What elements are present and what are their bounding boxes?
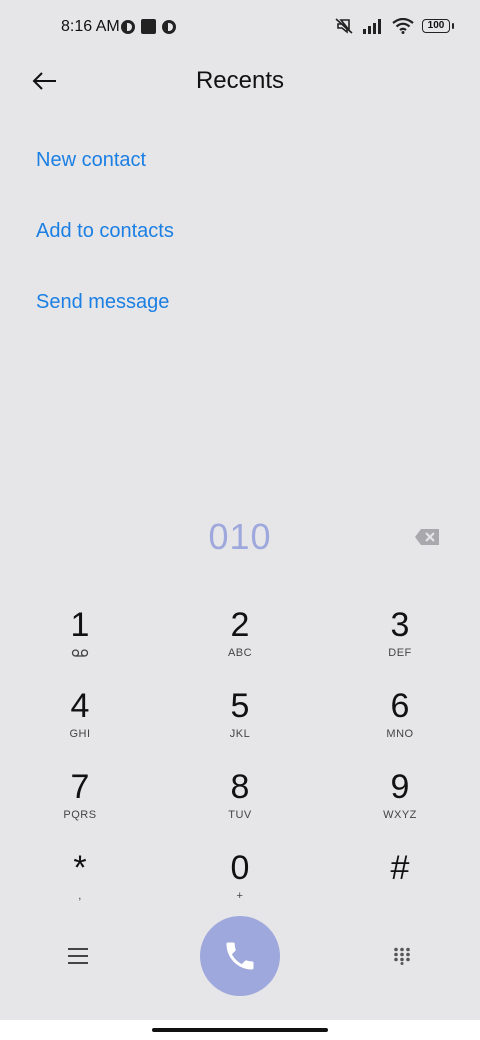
call-button[interactable] (200, 916, 280, 996)
status-time: 8:16 AM (61, 18, 120, 35)
notification-ring-icon (121, 19, 135, 34)
key-digit: * (73, 849, 87, 887)
home-indicator[interactable] (152, 1028, 328, 1032)
key-letters: , (78, 890, 82, 902)
key-digit: 9 (390, 768, 410, 806)
status-bar: 8:16 AM 100 (0, 0, 480, 56)
key-letters: PQRS (63, 809, 97, 821)
key-letters: ABC (227, 647, 253, 659)
key-letters: TUV (228, 809, 252, 821)
key-5[interactable]: 5 JKL (160, 685, 320, 766)
key-letters: DEF (388, 647, 412, 659)
page-title: Recents (195, 67, 285, 94)
contact-actions: New contact Add to contacts Send message (36, 140, 174, 353)
dialer-bottom-bar (0, 916, 480, 996)
navigation-bar (0, 1020, 480, 1040)
status-system-icons: 100 (334, 17, 454, 35)
signal-icon (363, 19, 381, 34)
key-digit: 8 (230, 768, 250, 806)
header: Recents (0, 56, 480, 106)
keypad-row: 4 GHI 5 JKL 6 MNO (0, 685, 480, 766)
voicemail-icon (71, 646, 89, 660)
keypad: 1 2 ABC 3 DEF 4 GHI 5 JKL 6 MNO 7 PQRS 8… (0, 604, 480, 928)
status-notification-icons (121, 19, 176, 34)
key-digit: 0 (230, 849, 250, 887)
dialed-number: 010 (208, 516, 272, 557)
battery-icon: 100 (422, 19, 454, 33)
key-letters: JKL (229, 728, 251, 740)
backspace-icon (415, 529, 439, 545)
hamburger-menu-icon[interactable] (68, 948, 88, 964)
key-digit: 6 (390, 687, 410, 725)
square-icon (141, 19, 156, 34)
key-letters: GHI (69, 728, 91, 740)
keypad-row: 1 2 ABC 3 DEF (0, 604, 480, 685)
key-letters: MNO (386, 728, 414, 740)
key-digit: 5 (230, 687, 250, 725)
dialpad-icon[interactable] (393, 947, 411, 965)
keypad-row: 7 PQRS 8 TUV 9 WXYZ (0, 766, 480, 847)
notification-ring-icon (162, 19, 176, 34)
key-3[interactable]: 3 DEF (320, 604, 480, 685)
key-digit: 2 (230, 606, 250, 644)
key-digit: 7 (70, 768, 90, 806)
key-letters: WXYZ (383, 809, 417, 821)
mute-icon (335, 18, 353, 34)
send-message-link[interactable]: Send message (36, 282, 174, 353)
key-digit: 4 (70, 687, 90, 725)
key-6[interactable]: 6 MNO (320, 685, 480, 766)
add-to-contacts-link[interactable]: Add to contacts (36, 211, 174, 282)
key-4[interactable]: 4 GHI (0, 685, 160, 766)
key-digit: 1 (70, 606, 90, 644)
delete-button[interactable] (414, 528, 440, 546)
key-8[interactable]: 8 TUV (160, 766, 320, 847)
phone-icon (226, 942, 254, 970)
key-7[interactable]: 7 PQRS (0, 766, 160, 847)
key-digit: 3 (390, 606, 410, 644)
wifi-icon (392, 18, 414, 34)
new-contact-link[interactable]: New contact (36, 140, 174, 211)
key-letters: + (236, 890, 244, 902)
key-digit: # (390, 849, 410, 887)
key-2[interactable]: 2 ABC (160, 604, 320, 685)
key-1[interactable]: 1 (0, 604, 160, 685)
key-9[interactable]: 9 WXYZ (320, 766, 480, 847)
